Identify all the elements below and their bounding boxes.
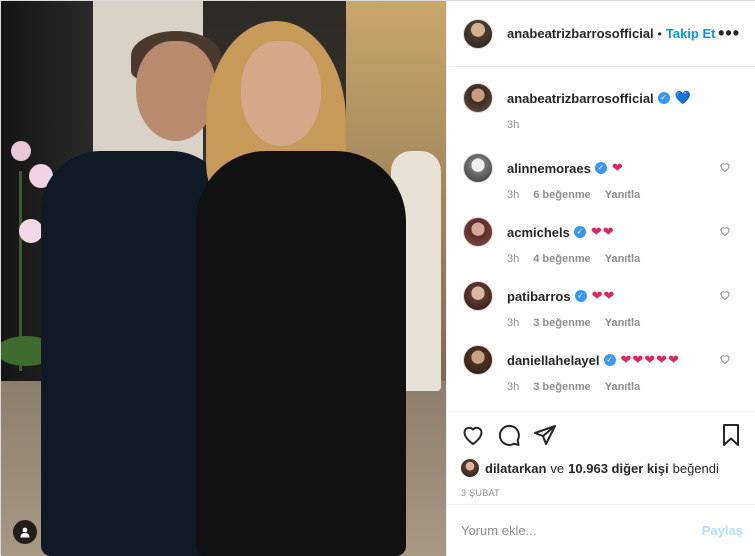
liker-avatar[interactable] [461, 459, 479, 477]
person-right [196, 151, 406, 556]
commenter-username[interactable]: alinnemoraes [507, 161, 591, 176]
user-tag-icon [20, 527, 30, 538]
caption-text: 💙 [674, 90, 692, 105]
commenter-avatar[interactable] [463, 345, 493, 375]
user-tag-button[interactable] [13, 520, 37, 544]
comment-item: patibarros ✓ ❤❤ 3h 3 beğenme Yanıtla [463, 281, 741, 329]
post-modal: anabeatrizbarrosofficial • Takip Et ••• … [0, 0, 755, 556]
post-header: anabeatrizbarrosofficial • Takip Et ••• [447, 1, 755, 67]
verified-badge-icon: ✓ [603, 354, 616, 366]
likes-suffix: beğendi [672, 460, 719, 476]
likes-count[interactable]: 10.963 diğer kişi [568, 461, 668, 476]
post-actions: dilatarkan ve 10.963 diğer kişi beğendi … [447, 411, 755, 504]
verified-badge-icon: ✓ [594, 162, 607, 174]
liker-username[interactable]: dilatarkan [485, 461, 546, 476]
comment-like-heart-icon[interactable] [719, 225, 731, 237]
comment-text: ❤❤ [591, 288, 616, 303]
share-icon[interactable] [533, 423, 557, 447]
commenter-username[interactable]: patibarros [507, 289, 571, 304]
person-left-face [136, 41, 216, 141]
comment-time[interactable]: 3h [507, 189, 519, 201]
comment-likes[interactable]: 6 beğenme [533, 189, 590, 201]
comment-text: ❤❤ [590, 224, 615, 239]
comment-time[interactable]: 3h [507, 253, 519, 265]
comment-time[interactable]: 3h [507, 317, 519, 329]
post-comment-button[interactable]: Paylaş [702, 523, 743, 538]
comment-like-heart-icon[interactable] [719, 289, 731, 301]
comment-likes[interactable]: 3 beğenme [533, 381, 590, 393]
comment-text: ❤❤❤❤❤ [620, 352, 680, 367]
caption-time[interactable]: 3h [507, 119, 519, 131]
verified-badge-icon: ✓ [657, 92, 670, 104]
reply-button[interactable]: Yanıtla [605, 317, 640, 329]
bookmark-icon[interactable] [719, 423, 743, 447]
author-avatar[interactable] [463, 18, 493, 49]
comments-list[interactable]: anabeatrizbarrosofficial ✓ 💙 3h alinnemo… [447, 67, 755, 411]
verified-badge-icon: ✓ [573, 226, 586, 238]
commenter-avatar[interactable] [463, 217, 493, 247]
post-photo[interactable] [1, 1, 446, 556]
post-date[interactable]: 3 ŞUBAT [461, 488, 743, 498]
comment-item: daniellahelayel ✓ ❤❤❤❤❤ 3h 3 beğenme Yan… [463, 345, 741, 393]
comment-like-heart-icon[interactable] [719, 161, 731, 173]
add-comment-bar: Paylaş [447, 504, 755, 556]
separator-dot: • [657, 26, 662, 41]
likes-joiner: ve [550, 460, 565, 476]
follow-button[interactable]: Takip Et [666, 26, 716, 41]
author-avatar[interactable] [463, 83, 493, 113]
more-options-icon[interactable]: ••• [718, 23, 740, 44]
comment-icon[interactable] [497, 423, 521, 447]
reply-button[interactable]: Yanıtla [605, 189, 640, 201]
commenter-username[interactable]: daniellahelayel [507, 353, 600, 368]
comment-input[interactable] [461, 523, 702, 538]
comment-text: ❤ [611, 160, 624, 175]
comment-likes[interactable]: 3 beğenme [533, 317, 590, 329]
likes-summary: dilatarkan ve 10.963 diğer kişi beğendi [461, 458, 743, 478]
reply-button[interactable]: Yanıtla [605, 253, 640, 265]
caption-username[interactable]: anabeatrizbarrosofficial [507, 91, 654, 106]
reply-button[interactable]: Yanıtla [605, 381, 640, 393]
commenter-username[interactable]: acmichels [507, 225, 570, 240]
commenter-avatar[interactable] [463, 281, 493, 311]
post-sidebar: anabeatrizbarrosofficial • Takip Et ••• … [446, 1, 755, 556]
comment-item: alinnemoraes ✓ ❤ 3h 6 beğenme Yanıtla [463, 153, 741, 201]
author-username[interactable]: anabeatrizbarrosofficial [507, 26, 654, 41]
comment-item: acmichels ✓ ❤❤ 3h 4 beğenme Yanıtla [463, 217, 741, 265]
verified-badge-icon: ✓ [574, 290, 587, 302]
heart-icon[interactable] [461, 423, 485, 447]
comment-likes[interactable]: 4 beğenme [533, 253, 590, 265]
caption: anabeatrizbarrosofficial ✓ 💙 3h [463, 83, 741, 131]
comment-like-heart-icon[interactable] [719, 353, 731, 365]
commenter-avatar[interactable] [463, 153, 493, 183]
comment-time[interactable]: 3h [507, 381, 519, 393]
person-right-face [241, 41, 321, 146]
